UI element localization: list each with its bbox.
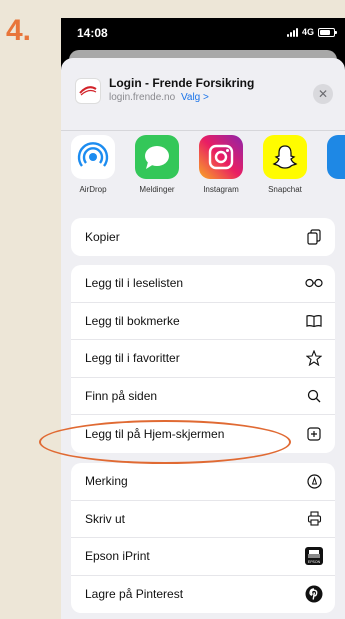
app-label: Meldinger [139, 185, 175, 194]
share-app-row: AirDrop Meldinger Instagram Snapchat [61, 131, 345, 211]
partial-app-icon [327, 135, 345, 179]
action-reading-list[interactable]: Legg til i leselisten [71, 265, 335, 303]
site-logo-icon [75, 78, 101, 104]
app-label: F [317, 185, 345, 194]
printer-icon [305, 510, 323, 528]
site-url: login.frende.no [109, 92, 176, 103]
epson-badge: EPSON [308, 560, 321, 564]
action-label: Legg til i favoritter [85, 351, 180, 366]
airdrop-icon [71, 135, 115, 179]
action-print[interactable]: Skriv ut [71, 501, 335, 538]
action-bookmark[interactable]: Legg til bokmerke [71, 303, 335, 340]
action-label: Legg til i leselisten [85, 276, 184, 291]
action-group-copy: Kopier [71, 218, 335, 256]
signal-icon [286, 27, 298, 37]
action-group-extensions: Merking Skriv ut Epson iPrint EPSON Lagr… [71, 463, 335, 613]
glasses-icon [305, 274, 323, 292]
star-icon [305, 349, 323, 367]
search-icon [305, 387, 323, 405]
action-epson-iprint[interactable]: Epson iPrint EPSON [71, 538, 335, 576]
share-app-instagram[interactable]: Instagram [189, 131, 253, 211]
options-link[interactable]: Valg > [181, 92, 209, 103]
action-label: Legg til på Hjem-skjermen [85, 426, 225, 441]
action-group-main: Legg til i leselisten Legg til bokmerke … [71, 265, 335, 453]
action-find-on-page[interactable]: Finn på siden [71, 378, 335, 415]
network-type: 4G [301, 27, 314, 37]
status-time: 14:08 [77, 26, 108, 40]
instagram-icon [199, 135, 243, 179]
action-label: Merking [85, 474, 128, 489]
step-number: 4. [6, 14, 32, 47]
share-app-messages[interactable]: Meldinger [125, 131, 189, 211]
action-favorites[interactable]: Legg til i favoritter [71, 340, 335, 378]
share-sheet: Login - Frende Forsikring login.frende.n… [61, 58, 345, 619]
epson-icon: EPSON [305, 547, 323, 566]
copy-icon [305, 228, 323, 246]
messages-icon [135, 135, 179, 179]
action-markup[interactable]: Merking [71, 463, 335, 501]
close-button[interactable]: ✕ [313, 84, 333, 104]
app-label: Snapchat [268, 185, 302, 194]
action-copy[interactable]: Kopier [71, 218, 335, 256]
share-app-partial[interactable]: F [317, 131, 345, 211]
site-title: Login - Frende Forsikring [109, 76, 255, 90]
markup-icon [305, 472, 323, 490]
share-app-airdrop[interactable]: AirDrop [61, 131, 125, 211]
action-label: Finn på siden [85, 388, 158, 403]
action-label: Lagre på Pinterest [85, 587, 184, 602]
battery-icon [318, 27, 337, 37]
pinterest-icon [305, 585, 323, 603]
action-save-to-pinterest[interactable]: Lagre på Pinterest [71, 576, 335, 614]
phone-screen: 14:08 4G Login - Frende Forsikring login… [61, 18, 345, 619]
action-label: Legg til bokmerke [85, 313, 180, 328]
status-indicators: 4G [286, 27, 337, 37]
snapchat-icon [263, 135, 307, 179]
app-label: AirDrop [79, 185, 107, 194]
action-label: Skriv ut [85, 511, 126, 526]
status-bar: 14:08 4G [61, 18, 345, 48]
action-label: Kopier [85, 229, 120, 244]
book-icon [305, 312, 323, 330]
action-label: Epson iPrint [85, 549, 150, 564]
action-add-to-home-screen[interactable]: Legg til på Hjem-skjermen [71, 415, 335, 453]
share-header: Login - Frende Forsikring login.frende.n… [61, 58, 345, 131]
app-label: Instagram [203, 185, 239, 194]
add-square-icon [305, 425, 323, 443]
share-app-snapchat[interactable]: Snapchat [253, 131, 317, 211]
site-url-line: login.frende.no Valg > [109, 92, 209, 103]
